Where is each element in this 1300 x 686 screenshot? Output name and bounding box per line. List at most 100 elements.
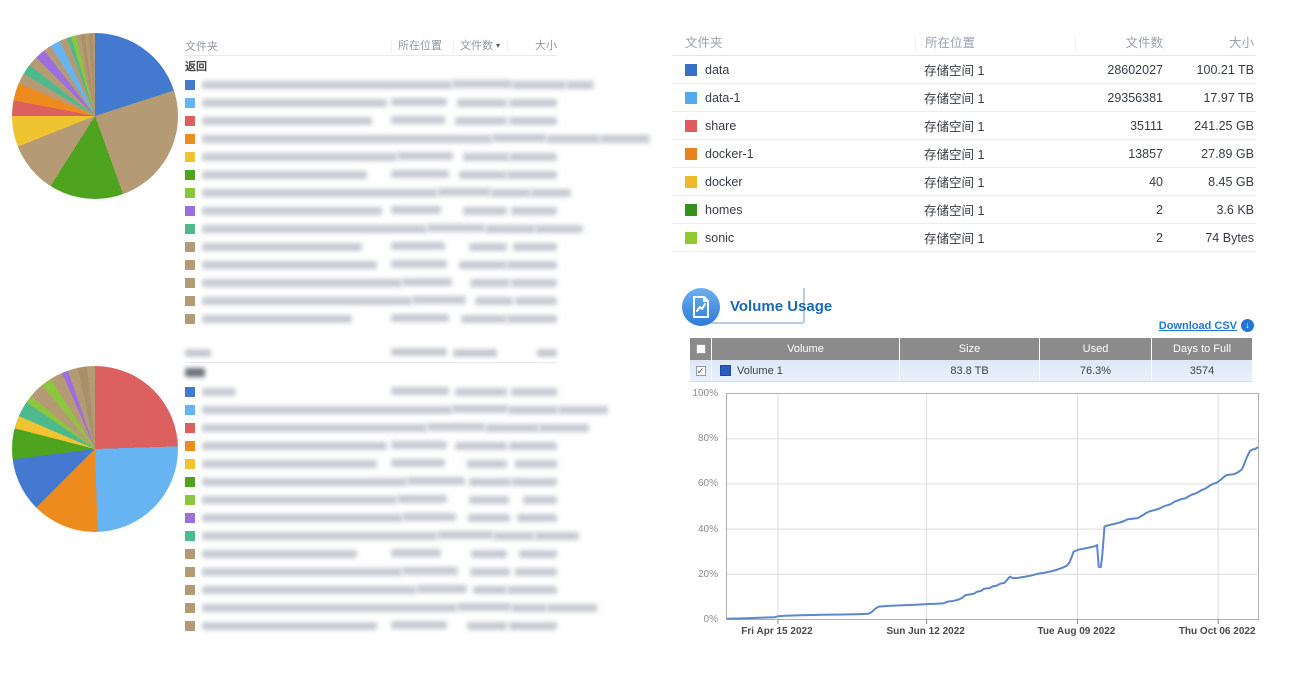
folder-row[interactable]: data 存储空间 1 28602027 100.21 TB <box>672 56 1256 84</box>
blurred-location <box>492 134 546 142</box>
folder-row[interactable] <box>185 274 557 292</box>
x-axis-tick-label: Sun Jun 12 2022 <box>876 626 976 637</box>
blurred-folder-name <box>202 622 377 630</box>
folder-row[interactable] <box>185 202 557 220</box>
volume-color-swatch <box>720 365 731 376</box>
blurred-folder-name <box>202 207 382 215</box>
volume-row[interactable]: ✓ Volume 1 83.8 TB 76.3% 3574 <box>690 360 1252 382</box>
folder-row[interactable] <box>185 256 557 274</box>
blurred-location <box>417 585 467 593</box>
shared-folder-table: 文件夹 所在位置 文件数 大小 data 存储空间 1 28602027 100… <box>672 30 1256 252</box>
blurred-location <box>391 116 445 124</box>
y-axis-tick-label: 0% <box>704 614 718 625</box>
column-header-location[interactable]: 所在位置 <box>391 39 453 53</box>
volume-days-to-full: 3574 <box>1152 360 1252 381</box>
folder-row[interactable] <box>185 491 557 509</box>
volume-size: 83.8 TB <box>900 360 1040 381</box>
folder-row[interactable] <box>185 437 557 455</box>
folder-row[interactable] <box>185 148 557 166</box>
volume-usage-icon <box>680 286 722 328</box>
folder-row[interactable] <box>185 220 557 238</box>
folder-row[interactable] <box>185 455 557 473</box>
folder-color-swatch <box>685 204 697 216</box>
blurred-location <box>391 260 447 268</box>
folder-row[interactable] <box>185 94 557 112</box>
folder-name: sonic <box>705 231 734 245</box>
blurred-file-count <box>470 568 510 576</box>
folder-row[interactable] <box>185 130 557 148</box>
volume-usage-line-chart <box>726 393 1259 626</box>
folder-rows <box>185 76 557 328</box>
folder-row[interactable] <box>185 599 557 617</box>
blurred-location <box>391 441 447 449</box>
folder-row[interactable] <box>185 509 557 527</box>
blurred-file-count <box>469 243 507 251</box>
column-header-filecount[interactable]: 文件数 ▾ <box>453 39 507 53</box>
blurred-file-count <box>511 604 547 612</box>
column-header-location: 所在位置 <box>915 35 1075 51</box>
download-csv-link[interactable]: Download CSV ↓ <box>1159 319 1254 332</box>
folder-row[interactable] <box>185 292 557 310</box>
folder-size: 8.45 GB <box>1163 175 1256 189</box>
back-link[interactable]: 返回 <box>185 58 557 76</box>
folder-row[interactable]: docker 存储空间 1 40 8.45 GB <box>672 168 1256 196</box>
select-all-checkbox[interactable] <box>696 344 706 354</box>
x-axis-tick-label: Fri Apr 15 2022 <box>727 626 827 637</box>
folder-color-swatch <box>685 148 697 160</box>
folder-row[interactable] <box>185 76 557 94</box>
folder-color-swatch <box>185 116 195 126</box>
folder-row[interactable] <box>185 401 557 419</box>
folder-row[interactable]: sonic 存储空间 1 2 74 Bytes <box>672 224 1256 252</box>
column-header-size: Size <box>900 338 1040 360</box>
blurred-file-count <box>485 424 539 432</box>
folder-color-swatch <box>185 621 195 631</box>
folder-row[interactable] <box>185 166 557 184</box>
volume-used: 76.3% <box>1040 360 1152 381</box>
sort-desc-icon: ▾ <box>496 39 500 53</box>
blurred-file-count <box>512 81 566 89</box>
folder-location: 存储空间 1 <box>915 228 1075 247</box>
column-header-size[interactable]: 大小 <box>507 39 557 53</box>
folder-row[interactable]: homes 存储空间 1 2 3.6 KB <box>672 196 1256 224</box>
folder-file-count: 2 <box>1075 203 1163 217</box>
blurred-file-count <box>471 550 507 558</box>
folder-row[interactable] <box>185 545 557 563</box>
blurred-location <box>412 296 466 304</box>
blurred-back-link[interactable] <box>185 365 557 383</box>
blurred-size <box>513 243 557 251</box>
folder-row[interactable] <box>185 473 557 491</box>
y-axis-tick-label: 100% <box>692 388 718 399</box>
folder-row[interactable] <box>185 184 557 202</box>
blurred-folder-name <box>202 81 452 89</box>
folder-color-swatch <box>685 92 697 104</box>
blurred-folder-name <box>202 315 352 323</box>
blurred-folder-name <box>202 568 402 576</box>
folder-row[interactable] <box>185 310 557 328</box>
column-header-folder[interactable]: 文件夹 <box>185 38 391 54</box>
folder-row[interactable] <box>185 581 557 599</box>
volume-checkbox[interactable]: ✓ <box>696 366 706 376</box>
folder-size-pie-chart-bottom <box>12 366 178 532</box>
folder-row[interactable] <box>185 563 557 581</box>
folder-row[interactable] <box>185 617 557 635</box>
blurred-size <box>515 460 557 468</box>
folder-color-swatch <box>185 531 195 541</box>
folder-row[interactable]: data-1 存储空间 1 29356381 17.97 TB <box>672 84 1256 112</box>
volume-usage-panel: Volume Usage Download CSV ↓ Volume Size … <box>672 288 1268 658</box>
folder-row[interactable] <box>185 112 557 130</box>
blurred-location <box>391 387 449 395</box>
folder-row[interactable] <box>185 383 557 401</box>
folder-row[interactable] <box>185 419 557 437</box>
blurred-location <box>391 98 447 106</box>
blurred-size <box>509 99 557 107</box>
folder-row[interactable] <box>185 238 557 256</box>
blurred-location <box>457 603 511 611</box>
column-header-used: Used <box>1040 338 1152 360</box>
folder-color-swatch <box>185 459 195 469</box>
folder-row[interactable]: share 存储空间 1 35111 241.25 GB <box>672 112 1256 140</box>
folder-row[interactable] <box>185 527 557 545</box>
folder-name: share <box>705 119 736 133</box>
folder-row[interactable]: docker-1 存储空间 1 13857 27.89 GB <box>672 140 1256 168</box>
blurred-folder-name <box>202 514 402 522</box>
blurred-header-location <box>391 348 447 356</box>
